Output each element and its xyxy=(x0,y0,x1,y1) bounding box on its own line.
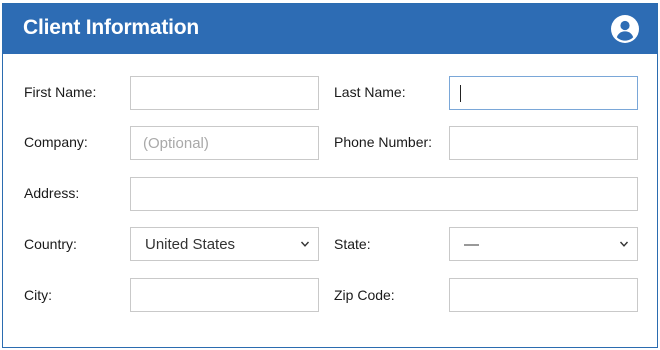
city-input[interactable] xyxy=(130,278,319,312)
phone-number-label: Phone Number: xyxy=(334,134,433,150)
text-cursor xyxy=(460,85,461,102)
city-label: City: xyxy=(24,287,52,303)
first-name-input[interactable] xyxy=(130,76,319,110)
last-name-input[interactable] xyxy=(449,76,638,110)
first-name-label: First Name: xyxy=(24,84,97,100)
chevron-down-icon xyxy=(619,241,629,247)
company-input[interactable] xyxy=(130,126,319,160)
card-title: Client Information xyxy=(23,16,200,39)
chevron-down-icon xyxy=(300,241,310,247)
address-label: Address: xyxy=(24,185,80,201)
company-label: Company: xyxy=(24,134,88,150)
state-label: State: xyxy=(334,236,371,252)
zip-code-input[interactable] xyxy=(449,278,638,312)
country-label: Country: xyxy=(24,236,77,252)
state-selected-value: — xyxy=(464,236,479,253)
country-selected-value: United States xyxy=(145,236,236,253)
card-header: Client Information xyxy=(3,4,657,54)
phone-number-input[interactable] xyxy=(449,126,638,160)
client-information-card: Client Information First Name: Last Name… xyxy=(2,3,658,348)
state-select[interactable]: — xyxy=(449,227,638,261)
address-input[interactable] xyxy=(130,177,638,211)
country-select[interactable]: United States xyxy=(130,227,319,261)
user-circle-icon[interactable] xyxy=(611,15,639,43)
last-name-label: Last Name: xyxy=(334,84,406,100)
zip-code-label: Zip Code: xyxy=(334,287,395,303)
